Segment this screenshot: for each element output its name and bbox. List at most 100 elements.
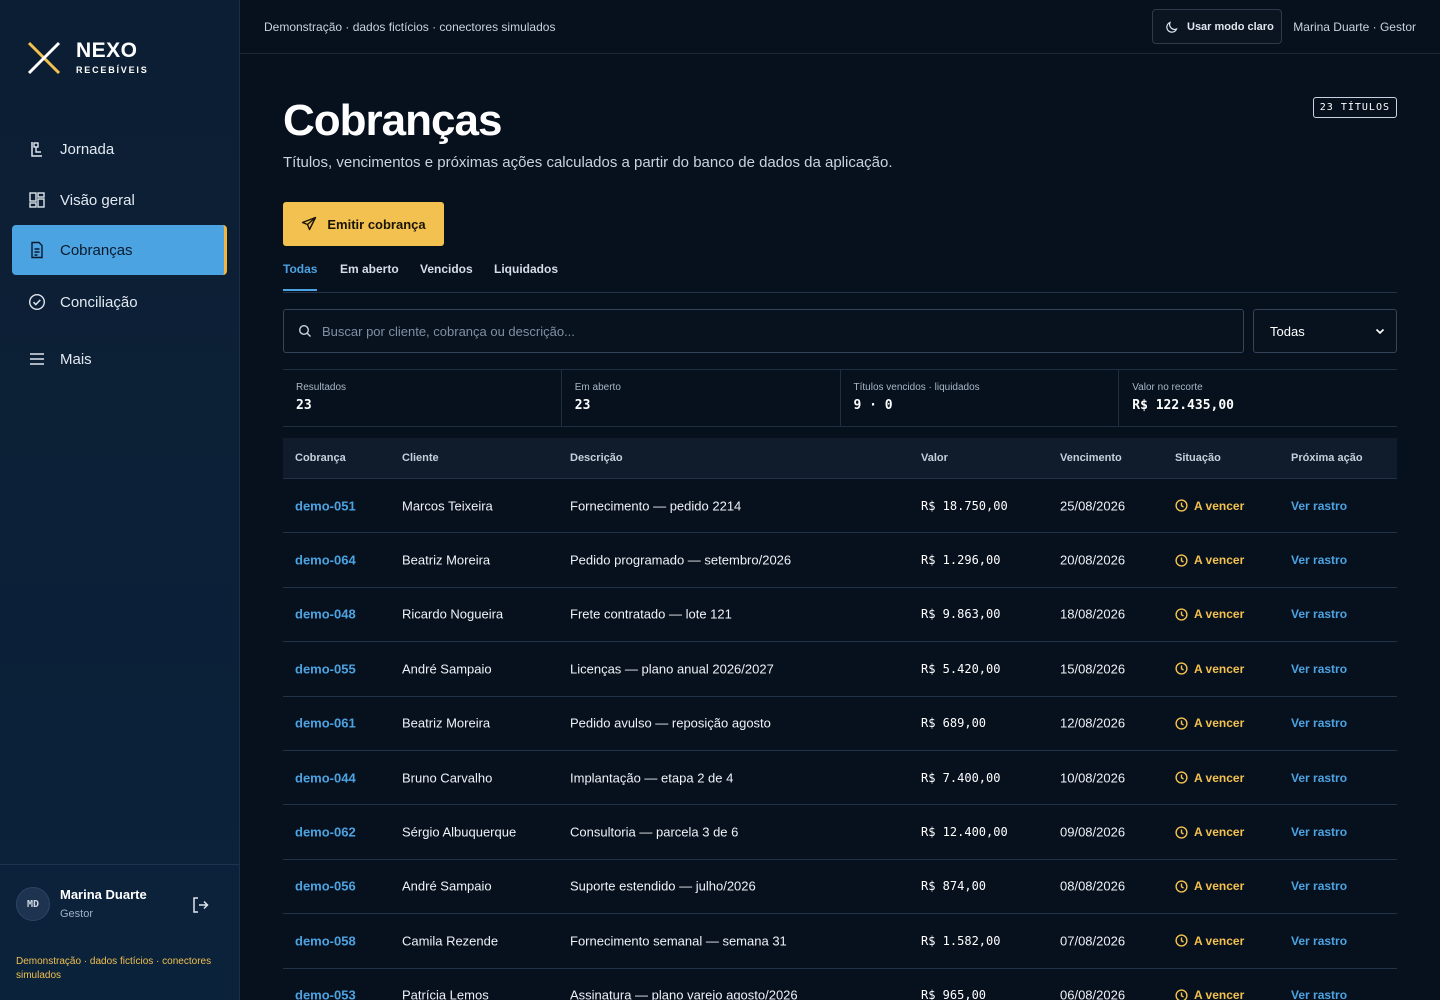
- clock-icon: [1175, 662, 1188, 675]
- status-label: A vencer: [1194, 770, 1245, 785]
- charge-amount: R$ 1.296,00: [921, 553, 1001, 568]
- due-date: 20/08/2026: [1060, 552, 1126, 568]
- tab-liquidados[interactable]: Liquidados: [494, 262, 558, 289]
- client-name: André Sampaio: [402, 878, 492, 894]
- sidebar-item-visao-geral[interactable]: Visão geral: [12, 175, 227, 225]
- charge-code-link[interactable]: demo-051: [295, 498, 356, 513]
- column-header-cobranca[interactable]: Cobrança: [295, 452, 346, 464]
- status-label: A vencer: [1194, 661, 1245, 676]
- charge-code-link[interactable]: demo-062: [295, 825, 356, 840]
- view-trail-link[interactable]: Ver rastro: [1291, 716, 1347, 730]
- table-row[interactable]: demo-055 André Sampaio Licenças — plano …: [283, 642, 1397, 697]
- brand-name: NEXO: [76, 39, 138, 62]
- view-trail-link[interactable]: Ver rastro: [1291, 499, 1347, 513]
- charge-amount: R$ 689,00: [921, 716, 987, 731]
- charge-code-link[interactable]: demo-061: [295, 716, 356, 731]
- charge-code-link[interactable]: demo-058: [295, 933, 356, 948]
- tab-em-aberto[interactable]: Em aberto: [340, 262, 399, 289]
- moon-icon: [1166, 20, 1178, 33]
- status-label: A vencer: [1194, 607, 1245, 622]
- charge-amount: R$ 12.400,00: [921, 825, 1008, 840]
- charge-code-link[interactable]: demo-055: [295, 661, 356, 676]
- sidebar-item-mais[interactable]: Mais: [12, 334, 227, 384]
- count-badge: 23 TÍTULOS: [1312, 97, 1397, 118]
- charge-description: Pedido programado — setembro/2026: [570, 552, 792, 568]
- status-badge: A vencer: [1175, 988, 1244, 1000]
- status-badge: A vencer: [1175, 825, 1244, 839]
- page-subtitle: Títulos, vencimentos e próximas ações ca…: [283, 154, 893, 171]
- column-header-cliente[interactable]: Cliente: [402, 452, 439, 464]
- table-row[interactable]: demo-053 Patrícia Lemos Assinatura — pla…: [283, 969, 1397, 1000]
- charge-code-link[interactable]: demo-048: [295, 607, 356, 622]
- table-row[interactable]: demo-062 Sérgio Albuquerque Consultoria …: [283, 805, 1397, 860]
- table-row[interactable]: demo-064 Beatriz Moreira Pedido programa…: [283, 533, 1397, 588]
- charge-code-link[interactable]: demo-064: [295, 553, 356, 568]
- status-label: A vencer: [1194, 825, 1245, 840]
- table-row[interactable]: demo-058 Camila Rezende Fornecimento sem…: [283, 914, 1397, 969]
- column-header-situacao[interactable]: Situação: [1175, 452, 1221, 464]
- summary-stats: Resultados 23 Em aberto 23 Títulos venci…: [283, 369, 1397, 427]
- view-trail-link[interactable]: Ver rastro: [1291, 771, 1347, 785]
- charge-description: Fornecimento semanal — semana 31: [570, 933, 787, 949]
- table-row[interactable]: demo-048 Ricardo Nogueira Frete contrata…: [283, 588, 1397, 643]
- status-tabs: Todas Em aberto Vencidos Liquidados: [283, 254, 1397, 293]
- view-trail-link[interactable]: Ver rastro: [1291, 825, 1347, 839]
- user-name: Marina Duarte: [60, 887, 147, 902]
- column-header-valor[interactable]: Valor: [921, 452, 948, 464]
- theme-toggle-button[interactable]: Usar modo claro: [1152, 9, 1282, 44]
- stat-valor-recorte: Valor no recorte R$ 122.435,00: [1119, 370, 1397, 426]
- table-row[interactable]: demo-044 Bruno Carvalho Implantação — et…: [283, 751, 1397, 806]
- view-trail-link[interactable]: Ver rastro: [1291, 879, 1347, 893]
- sidebar-item-label: Mais: [60, 350, 92, 368]
- stat-em-aberto: Em aberto 23: [562, 370, 841, 426]
- search-box: [283, 309, 1244, 353]
- search-input[interactable]: [322, 323, 1243, 339]
- column-header-descricao[interactable]: Descrição: [570, 452, 623, 464]
- sidebar-item-cobrancas[interactable]: Cobranças: [12, 225, 227, 275]
- status-label: A vencer: [1194, 498, 1245, 513]
- topbar-demo-note: Demonstração · dados fictícios · conecto…: [264, 20, 556, 34]
- avatar[interactable]: MD: [16, 887, 50, 921]
- clock-icon: [1175, 825, 1188, 839]
- tab-todas[interactable]: Todas: [283, 262, 318, 291]
- user-role: Gestor: [60, 908, 94, 920]
- status-filter-select[interactable]: Todas: [1253, 309, 1397, 353]
- table-row[interactable]: demo-056 André Sampaio Suporte estendido…: [283, 860, 1397, 915]
- brand-logo[interactable]: NEXO RECEBÍVEIS: [26, 40, 149, 76]
- charge-amount: R$ 5.420,00: [921, 661, 1001, 676]
- client-name: Ricardo Nogueira: [402, 606, 504, 622]
- page-title: Cobranças: [283, 96, 502, 145]
- charge-description: Consultoria — parcela 3 de 6: [570, 824, 739, 840]
- sidebar: NEXO RECEBÍVEIS Jornada Visão geral Cobr…: [0, 0, 240, 1000]
- logout-icon[interactable]: [190, 895, 210, 915]
- sidebar-item-jornada[interactable]: Jornada: [12, 124, 227, 174]
- charge-code-link[interactable]: demo-053: [295, 988, 356, 1000]
- emit-charge-button[interactable]: Emitir cobrança: [283, 202, 444, 246]
- logo-x-icon: [27, 41, 61, 75]
- charge-code-link[interactable]: demo-056: [295, 879, 356, 894]
- search-icon: [298, 324, 311, 337]
- column-header-proxima-acao[interactable]: Próxima ação: [1291, 452, 1363, 464]
- table-row[interactable]: demo-061 Beatriz Moreira Pedido avulso —…: [283, 697, 1397, 751]
- due-date: 18/08/2026: [1060, 606, 1126, 622]
- view-trail-link[interactable]: Ver rastro: [1291, 988, 1347, 1000]
- client-name: Beatriz Moreira: [402, 715, 491, 731]
- stat-value: R$ 122.435,00: [1132, 398, 1234, 413]
- table-row[interactable]: demo-051 Marcos Teixeira Fornecimento — …: [283, 479, 1397, 534]
- status-badge: A vencer: [1175, 771, 1244, 785]
- topbar-user[interactable]: Marina Duarte · Gestor: [1293, 20, 1416, 34]
- sidebar-item-conciliacao[interactable]: Conciliação: [12, 277, 227, 327]
- view-trail-link[interactable]: Ver rastro: [1291, 553, 1347, 567]
- tab-vencidos[interactable]: Vencidos: [420, 262, 473, 289]
- due-date: 15/08/2026: [1060, 661, 1126, 677]
- view-trail-link[interactable]: Ver rastro: [1291, 934, 1347, 948]
- charge-description: Suporte estendido — julho/2026: [570, 878, 756, 894]
- charge-amount: R$ 965,00: [921, 988, 987, 1000]
- charge-code-link[interactable]: demo-044: [295, 770, 356, 785]
- view-trail-link[interactable]: Ver rastro: [1291, 607, 1347, 621]
- sidebar-item-label: Visão geral: [60, 191, 135, 209]
- table-body: demo-051 Marcos Teixeira Fornecimento — …: [283, 479, 1397, 1000]
- charge-amount: R$ 874,00: [921, 879, 987, 894]
- column-header-vencimento[interactable]: Vencimento: [1060, 452, 1122, 464]
- view-trail-link[interactable]: Ver rastro: [1291, 662, 1347, 676]
